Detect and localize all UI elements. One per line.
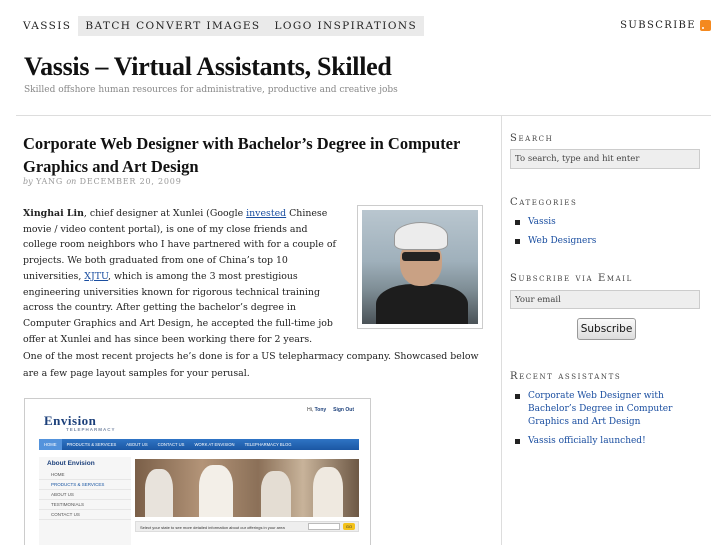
meta-by: by bbox=[23, 177, 33, 186]
email-subscribe-title: Subscribe via Email bbox=[510, 273, 633, 284]
rss-icon[interactable] bbox=[700, 20, 711, 31]
nav-logo-inspirations[interactable]: Logo Inspirations bbox=[267, 16, 425, 36]
site-title[interactable]: Vassis – Virtual Assistants, Skilled bbox=[24, 52, 392, 82]
recent-list: Corporate Web Designer with Bachelor’s D… bbox=[510, 390, 710, 448]
link-xjtu[interactable]: XJTU bbox=[84, 271, 108, 282]
layout-sample-screenshot: Envision TELEPHARMACY Hi, Tony Sign Out H… bbox=[24, 398, 371, 545]
nav-vassis[interactable]: Vassis bbox=[16, 16, 78, 36]
categories-title: Categories bbox=[510, 197, 578, 208]
post-meta: by Yang on December 20, 2009 bbox=[23, 177, 182, 186]
sample-sidebar: About Envision HOME PRODUCTS & SERVICES … bbox=[39, 457, 131, 545]
sample-greeting: Hi, Tony Sign Out bbox=[307, 407, 354, 413]
person-name: Xinghai Lin bbox=[23, 208, 84, 219]
post-date: December 20, 2009 bbox=[79, 177, 182, 186]
post-paragraph-2: One of the most recent projects he’s don… bbox=[23, 351, 479, 379]
sample-logo: Envision TELEPHARMACY bbox=[44, 413, 116, 432]
post-author: Yang bbox=[35, 177, 64, 186]
search-input[interactable] bbox=[510, 149, 700, 169]
author-photo-frame bbox=[357, 205, 483, 329]
author-photo bbox=[362, 210, 478, 324]
recent-title: Recent assistants bbox=[510, 371, 622, 382]
meta-on: on bbox=[66, 177, 77, 186]
subscribe-button[interactable]: Subscribe bbox=[577, 318, 636, 340]
categories-list: Vassis Web Designers bbox=[510, 216, 596, 248]
nav-batch-convert-images[interactable]: Batch Convert Images bbox=[78, 16, 268, 36]
top-nav: Vassis Batch Convert Images Logo Inspira… bbox=[16, 16, 425, 36]
subscribe-link[interactable]: Subscribe bbox=[620, 20, 711, 31]
subscribe-label: Subscribe bbox=[620, 20, 696, 31]
site-tagline: Skilled offshore human resources for adm… bbox=[24, 85, 398, 95]
recent-item[interactable]: Vassis officially launched! bbox=[510, 435, 710, 448]
post-title[interactable]: Corporate Web Designer with Bachelor’s D… bbox=[23, 132, 463, 178]
search-title: Search bbox=[510, 133, 554, 144]
link-invested[interactable]: invested bbox=[246, 208, 286, 219]
category-vassis[interactable]: Vassis bbox=[510, 216, 596, 229]
sample-hero-image bbox=[135, 459, 359, 517]
sample-nav: HOME PRODUCTS & SERVICES ABOUT US CONTAC… bbox=[39, 439, 359, 450]
category-web-designers[interactable]: Web Designers bbox=[510, 235, 596, 248]
post-paragraph-1: Xinghai Lin, chief designer at Xunlei (G… bbox=[23, 208, 336, 345]
main-content: Corporate Web Designer with Bachelor’s D… bbox=[16, 116, 502, 545]
recent-item[interactable]: Corporate Web Designer with Bachelor’s D… bbox=[510, 390, 710, 429]
email-input[interactable] bbox=[510, 290, 700, 309]
sample-state-bar: Select your state to see more detailed i… bbox=[135, 521, 359, 532]
